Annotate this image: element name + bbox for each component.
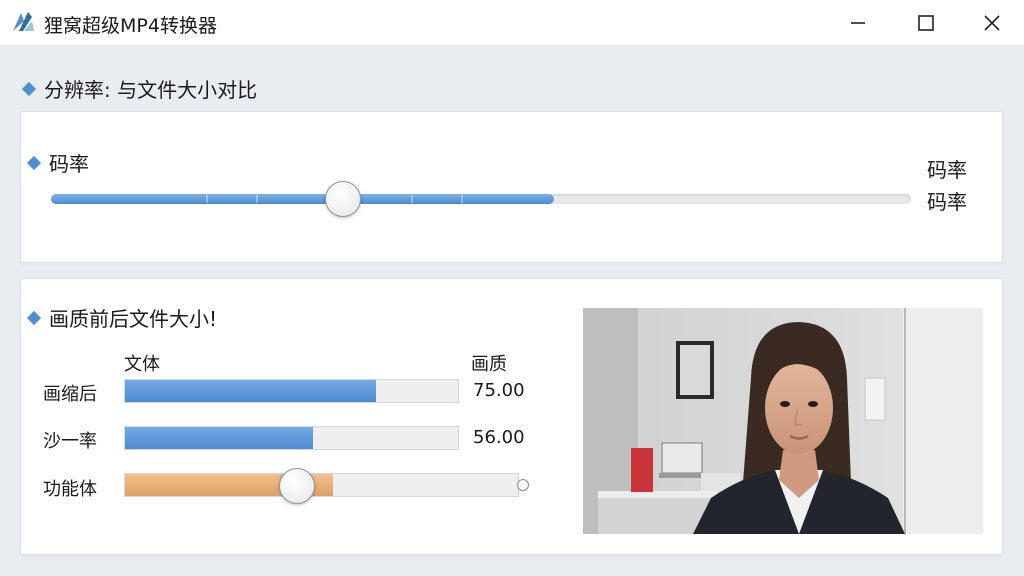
close-icon [984, 15, 1000, 31]
row-value-1: 75.00 [473, 380, 525, 401]
row-label-3: 功能体 [43, 479, 97, 500]
section-heading-text: 分辨率: 与文件大小对比 [44, 78, 258, 102]
bitrate-slider-fill [51, 194, 554, 204]
column-header-right: 画质 [471, 354, 507, 375]
quality-bar-2 [124, 426, 459, 450]
row-label-1: 画缩后 [43, 384, 97, 405]
row-value-2: 56.00 [473, 427, 525, 448]
feature-slider-thumb[interactable] [279, 468, 315, 504]
maximize-button[interactable] [894, 0, 958, 46]
app-logo-icon [10, 9, 36, 35]
quality-heading-text: 画质前后文件大小! [49, 307, 218, 331]
close-button[interactable] [960, 0, 1024, 46]
office-portrait-image [583, 308, 983, 534]
section-heading: 分辨率: 与文件大小对比 [21, 74, 258, 103]
slider-segment-divider [206, 195, 208, 203]
maximize-icon [918, 15, 934, 31]
title-bar: 狸窝超级MP4转换器 [0, 0, 1024, 46]
preview-image [583, 308, 983, 534]
quality-bar-fill-1 [125, 380, 376, 402]
diamond-bullet-icon [26, 310, 42, 325]
bitrate-slider-track[interactable] [51, 194, 911, 204]
slider-segment-divider [256, 195, 258, 203]
feature-slider-track[interactable] [124, 473, 519, 497]
quality-heading: 画质前后文件大小! [26, 303, 218, 332]
quality-bar-fill-2 [125, 427, 313, 449]
bitrate-slider-thumb[interactable] [325, 181, 361, 217]
bitrate-right-label-top: 码率 [927, 158, 967, 182]
quality-bar-1 [124, 379, 459, 403]
minimize-button[interactable] [826, 0, 890, 46]
slider-end-knob[interactable] [517, 479, 529, 491]
diamond-bullet-icon [21, 81, 37, 96]
bitrate-panel: 码率 码率 码率 [20, 111, 1003, 263]
bitrate-right-label-bottom: 码率 [927, 190, 967, 214]
column-header-left: 文体 [124, 354, 160, 375]
bitrate-heading-text: 码率 [49, 152, 89, 176]
slider-segment-divider [461, 195, 463, 203]
minimize-icon [851, 22, 865, 24]
quality-panel: 画质前后文件大小! 文体 画质 画缩后 75.00 沙一率 56.00 功能体 [20, 278, 1003, 555]
window-title: 狸窝超级MP4转换器 [44, 15, 217, 37]
diamond-bullet-icon [26, 155, 42, 170]
row-label-2: 沙一率 [43, 431, 97, 452]
bitrate-heading: 码率 [26, 148, 89, 177]
slider-segment-divider [411, 195, 413, 203]
